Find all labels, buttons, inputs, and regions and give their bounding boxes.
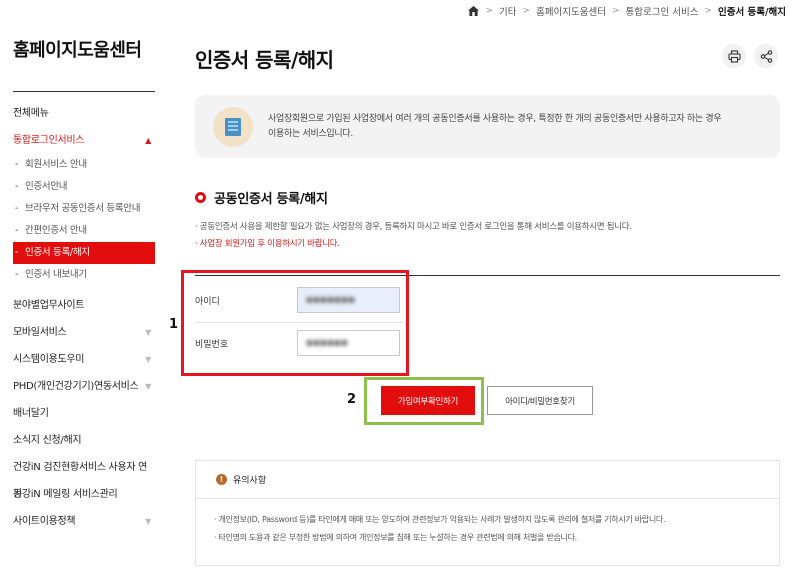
- chevron-right-icon: >: [522, 6, 531, 16]
- building-icon: [213, 106, 253, 147]
- chevron-right-icon: >: [611, 6, 620, 16]
- sidebar-item-banner[interactable]: 배너달기: [13, 400, 155, 427]
- sidebar-item-site-policy[interactable]: 사이트이용정책 ▼: [13, 508, 155, 535]
- sidebar-item-label: 배너달기: [13, 408, 49, 419]
- section-bullet-icon: [195, 192, 206, 203]
- sidebar-submenu: - 회원서비스 안내 - 인증서안내 - 브라우저 공동인증서 등록안내 - 간편인증서…: [13, 154, 155, 286]
- sidebar: 홈페이지도움센터 전체메뉴 통합로그인서비스 ▲ - 회원서비스 안내 - 인증서안…: [13, 36, 155, 535]
- print-button[interactable]: [722, 44, 746, 68]
- sidebar-subitem-label: 인증서 등록/해지: [25, 247, 90, 258]
- sidebar-item-all-menu[interactable]: 전체메뉴: [13, 100, 155, 127]
- caution-title: 유의사항: [233, 476, 267, 486]
- page-title: 인증서 등록/해지: [195, 48, 334, 72]
- sidebar-subitem-label: 인증서안내: [25, 181, 68, 192]
- section-notes: · 공동인증서 사용을 제한할 필요가 없는 사업장의 경우, 등록하지 마시고…: [195, 219, 632, 253]
- chevron-up-icon: ▲: [145, 136, 151, 145]
- home-icon[interactable]: [468, 6, 480, 16]
- sidebar-item-label: PHD(개인건강기기)연동서비스: [13, 381, 139, 392]
- share-button[interactable]: [754, 44, 778, 68]
- highlight-box-form: [181, 270, 409, 376]
- note-text-warning: · 사업장 회원가입 후 이용하시기 바랍니다.: [195, 239, 340, 249]
- caution-item: · 개인정보(ID, Password 등)를 타인에게 매매 또는 양도하여 …: [214, 515, 666, 524]
- sidebar-item-label: 사이트이용정책: [13, 516, 76, 527]
- caution-list: · 개인정보(ID, Password 등)를 타인에게 매매 또는 양도하여 …: [196, 499, 779, 547]
- chevron-right-icon: >: [485, 6, 494, 16]
- intro-text: 사업장회원으로 가입된 사업장에서 여러 개의 공동인증서를 사용하는 경우, …: [268, 112, 722, 142]
- sidebar-subitem-cert-export[interactable]: - 인증서 내보내기: [13, 264, 155, 286]
- intro-line: 이용하는 서비스입니다.: [268, 128, 353, 139]
- sidebar-menu: 전체메뉴 통합로그인서비스 ▲ - 회원서비스 안내 - 인증서안내 - 브라우저 공…: [13, 100, 155, 535]
- section-title: 공동인증서 등록/해지: [195, 188, 328, 207]
- sidebar-subitem-cert-guide[interactable]: - 인증서안내: [13, 176, 155, 198]
- sidebar-item-label: 통합로그인서비스: [13, 135, 85, 146]
- check-membership-button[interactable]: 가입여부확인하기: [381, 386, 475, 415]
- intro-line: 사업장회원으로 가입된 사업장에서 여러 개의 공동인증서를 사용하는 경우, …: [268, 113, 722, 124]
- caution-header: ! 유의사항: [196, 461, 779, 499]
- printer-icon: [727, 49, 741, 63]
- sidebar-subitem-simple-cert[interactable]: - 간편인증서 안내: [13, 220, 155, 242]
- step-marker-2: 2: [347, 392, 357, 407]
- sidebar-item-mailing[interactable]: 건강iN 메일링 서비스관리: [13, 481, 155, 508]
- sidebar-subitem-cert-register[interactable]: - 인증서 등록/해지: [13, 242, 155, 264]
- sidebar-item-business-sites[interactable]: 분야별업무사이트: [13, 292, 155, 319]
- sidebar-item-newsletter[interactable]: 소식지 신청/해지: [13, 427, 155, 454]
- sidebar-subitem-member-service[interactable]: - 회원서비스 안내: [13, 154, 155, 176]
- sidebar-item-mobile[interactable]: 모바일서비스 ▼: [13, 319, 155, 346]
- chevron-down-icon: ▼: [145, 328, 151, 337]
- sidebar-subitem-browser-cert[interactable]: - 브라우저 공동인증서 등록안내: [13, 198, 155, 220]
- sidebar-subitem-label: 인증서 내보내기: [25, 269, 87, 280]
- sidebar-subitem-label: 브라우저 공동인증서 등록안내: [25, 203, 141, 214]
- chevron-down-icon: ▼: [145, 382, 151, 391]
- section-title-text: 공동인증서 등록/해지: [214, 192, 328, 207]
- sidebar-subitem-label: 회원서비스 안내: [25, 159, 87, 170]
- chevron-down-icon: ▼: [145, 517, 151, 526]
- chevron-right-icon: >: [704, 6, 713, 16]
- sidebar-item-label: 분야별업무사이트: [13, 300, 85, 311]
- breadcrumb-item[interactable]: 통합로그인 서비스: [626, 4, 699, 18]
- sidebar-item-phd[interactable]: PHD(개인건강기기)연동서비스 ▼: [13, 373, 155, 400]
- breadcrumb-item[interactable]: 기타: [499, 4, 516, 18]
- breadcrumb: > 기타 > 홈페이지도움센터 > 통합로그인 서비스 > 인증서 등록/해지: [468, 4, 786, 18]
- sidebar-item-label: 모바일서비스: [13, 327, 67, 338]
- sidebar-item-label: 시스템이용도우미: [13, 354, 85, 365]
- breadcrumb-current: 인증서 등록/해지: [718, 7, 786, 18]
- find-id-password-button[interactable]: 아이디/비밀번호찾기: [487, 386, 593, 415]
- sidebar-item-system-help[interactable]: 시스템이용도우미 ▼: [13, 346, 155, 373]
- chevron-down-icon: ▼: [145, 355, 151, 364]
- caution-box: ! 유의사항 · 개인정보(ID, Password 등)를 타인에게 매매 또…: [195, 460, 780, 566]
- sidebar-item-label: 소식지 신청/해지: [13, 435, 82, 446]
- step-marker-1: 1: [169, 317, 179, 332]
- sidebar-item-label: 전체메뉴: [13, 108, 49, 119]
- warning-icon: !: [216, 474, 227, 485]
- intro-box: 사업장회원으로 가입된 사업장에서 여러 개의 공동인증서를 사용하는 경우, …: [195, 95, 780, 158]
- sidebar-item-checkup-link[interactable]: 건강iN 검진현황서비스 사용자 연동: [13, 454, 155, 500]
- caution-item: · 타인명의 도용과 같은 부정한 방법에 의하여 개인정보를 침해 또는 누설…: [214, 533, 577, 542]
- sidebar-item-integrated-login[interactable]: 통합로그인서비스 ▲: [13, 127, 155, 154]
- breadcrumb-item[interactable]: 홈페이지도움센터: [536, 4, 606, 18]
- sidebar-subitem-label: 간편인증서 안내: [25, 225, 87, 236]
- note-text: · 공동인증서 사용을 제한할 필요가 없는 사업장의 경우, 등록하지 마시고…: [195, 222, 632, 232]
- sidebar-item-label: 건강iN 메일링 서비스관리: [13, 489, 118, 500]
- sidebar-title: 홈페이지도움센터: [13, 36, 155, 92]
- share-icon: [760, 49, 772, 63]
